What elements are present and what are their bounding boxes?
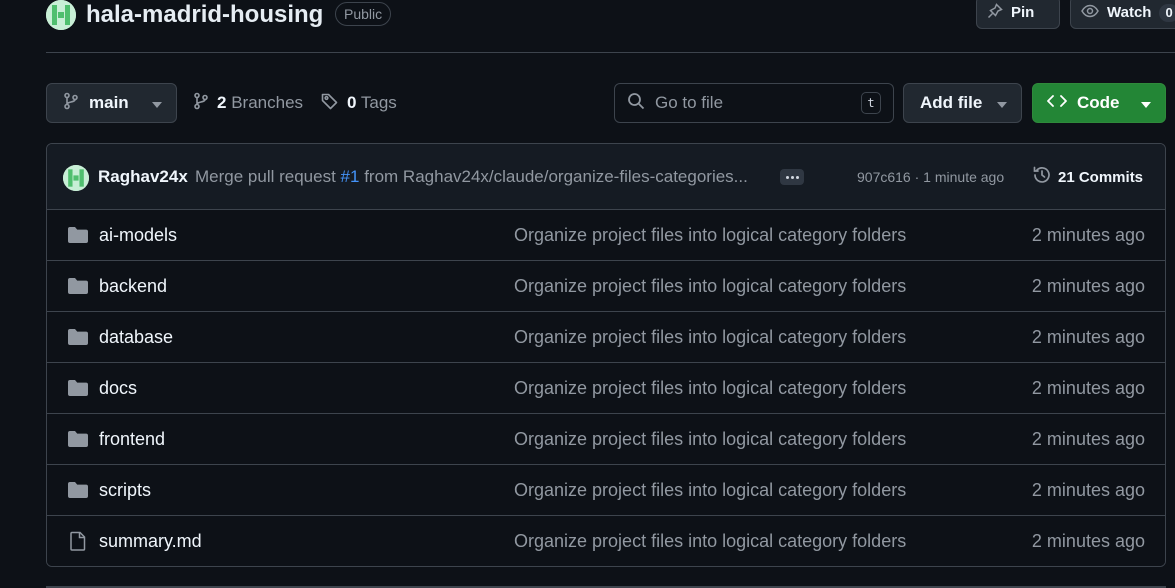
commit-time: 1 minute ago <box>923 169 1005 185</box>
chevron-down-icon <box>1141 93 1151 113</box>
go-to-file-input[interactable] <box>655 93 845 113</box>
file-name[interactable]: database <box>99 327 173 347</box>
file-last-commit-message[interactable]: Organize project files into logical cate… <box>514 531 906 551</box>
file-name[interactable]: scripts <box>99 480 151 500</box>
chevron-down-icon <box>152 93 162 113</box>
repo-header: hala-madrid-housing Public Pin Watch 0 <box>46 0 1175 30</box>
branches-link[interactable]: 2 Branches <box>193 90 303 116</box>
commit-author-avatar[interactable] <box>63 165 89 191</box>
branches-label: Branches <box>231 93 304 112</box>
visibility-badge: Public <box>335 2 392 26</box>
folder-icon <box>67 225 89 245</box>
file-list: ai-models Organize project files into lo… <box>47 210 1165 566</box>
file-last-commit-message[interactable]: Organize project files into logical cate… <box>514 378 906 398</box>
watch-button[interactable]: Watch 0 <box>1070 0 1175 29</box>
watch-label: Watch <box>1107 4 1152 21</box>
search-icon <box>627 92 645 115</box>
commits-history-link[interactable]: 21 Commits <box>1032 165 1143 189</box>
file-name[interactable]: ai-models <box>99 225 177 245</box>
add-file-button[interactable]: Add file <box>903 83 1022 123</box>
file-last-commit-time: 2 minutes ago <box>1031 276 1145 296</box>
commit-sha[interactable]: 907c616 <box>857 169 911 185</box>
tags-count: 0 <box>347 93 357 112</box>
add-file-label: Add file <box>920 93 983 112</box>
file-last-commit-message[interactable]: Organize project files into logical cate… <box>514 480 906 500</box>
file-last-commit-time: 2 minutes ago <box>1031 480 1145 500</box>
latest-commit-bar: Raghav24x Merge pull request #1 from Rag… <box>47 144 1165 210</box>
file-row[interactable]: summary.md Organize project files into l… <box>47 516 1165 566</box>
commit-message-prefix: Merge pull request <box>195 167 336 186</box>
tag-icon <box>321 92 339 115</box>
keyboard-shortcut-hint: t <box>861 92 881 114</box>
file-last-commit-time: 2 minutes ago <box>1031 531 1145 551</box>
file-last-commit-message[interactable]: Organize project files into logical cate… <box>514 225 906 245</box>
file-last-commit-message[interactable]: Organize project files into logical cate… <box>514 276 906 296</box>
commit-meta-separator: · <box>914 169 920 185</box>
file-row[interactable]: frontend Organize project files into log… <box>47 414 1165 465</box>
file-row[interactable]: scripts Organize project files into logi… <box>47 465 1165 516</box>
tags-label: Tags <box>360 93 397 112</box>
file-last-commit-time: 2 minutes ago <box>1031 429 1145 449</box>
code-icon <box>1047 93 1067 113</box>
file-last-commit-time: 2 minutes ago <box>1031 327 1145 347</box>
commit-meta: 907c616 · 1 minute ago <box>857 169 1004 185</box>
file-name[interactable]: frontend <box>99 429 165 449</box>
commit-message[interactable]: Merge pull request #1 from Raghav24x/cla… <box>195 167 775 187</box>
expand-commit-message-button[interactable] <box>780 169 804 185</box>
eye-icon <box>1081 3 1099 23</box>
folder-icon <box>67 429 89 449</box>
file-name[interactable]: summary.md <box>99 531 202 551</box>
file-last-commit-message[interactable]: Organize project files into logical cate… <box>514 429 906 449</box>
code-button[interactable]: Code <box>1032 83 1166 123</box>
file-row[interactable]: docs Organize project files into logical… <box>47 363 1165 414</box>
git-branch-icon <box>63 92 79 115</box>
file-last-commit-time: 2 minutes ago <box>1031 378 1145 398</box>
file-row[interactable]: ai-models Organize project files into lo… <box>47 210 1165 261</box>
file-row[interactable]: database Organize project files into log… <box>47 312 1165 363</box>
branch-name: main <box>89 93 129 112</box>
tags-link[interactable]: 0 Tags <box>321 90 397 116</box>
folder-icon <box>67 276 89 296</box>
commits-count-label: 21 Commits <box>1058 168 1144 186</box>
header-divider <box>46 52 1175 53</box>
folder-icon <box>67 327 89 347</box>
file-icon <box>67 531 89 551</box>
pin-button[interactable]: Pin <box>976 0 1060 29</box>
chevron-down-icon <box>997 93 1007 113</box>
watch-count: 0 <box>1159 3 1175 22</box>
folder-icon <box>67 480 89 500</box>
file-browser: Raghav24x Merge pull request #1 from Rag… <box>46 143 1166 567</box>
file-row[interactable]: backend Organize project files into logi… <box>47 261 1165 312</box>
branch-selector[interactable]: main <box>46 83 177 123</box>
repo-name[interactable]: hala-madrid-housing <box>86 0 323 30</box>
go-to-file-search[interactable]: t <box>614 83 894 123</box>
pull-request-link[interactable]: #1 <box>341 167 360 186</box>
file-name[interactable]: backend <box>99 276 167 296</box>
repo-owner-avatar[interactable] <box>46 0 76 30</box>
file-name[interactable]: docs <box>99 378 137 398</box>
branches-count: 2 <box>217 93 227 112</box>
folder-icon <box>67 378 89 398</box>
pin-icon <box>987 2 1003 23</box>
pin-label: Pin <box>1011 4 1035 21</box>
commit-message-suffix: from Raghav24x/claude/organize-files-cat… <box>364 167 748 186</box>
commit-author[interactable]: Raghav24x <box>98 167 188 187</box>
file-last-commit-time: 2 minutes ago <box>1031 225 1145 245</box>
git-branch-icon <box>193 92 209 115</box>
history-icon <box>1032 165 1052 189</box>
code-label: Code <box>1077 93 1120 112</box>
file-last-commit-message[interactable]: Organize project files into logical cate… <box>514 327 906 347</box>
